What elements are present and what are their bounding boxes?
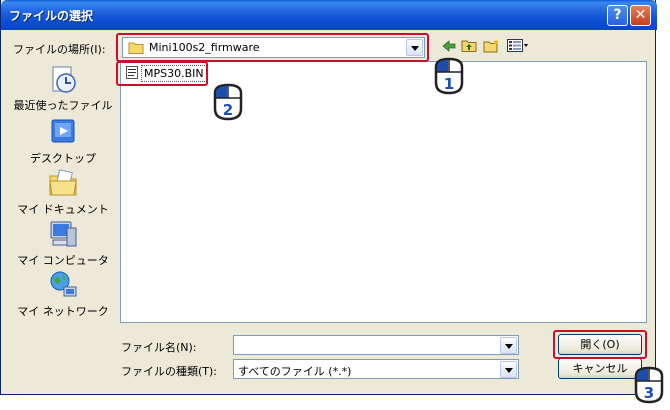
place-label: マイ ドキュメント	[17, 203, 109, 216]
filetype-value: すべてのファイル (*.*)	[238, 365, 352, 378]
look-in-label: ファイルの場所(I):	[13, 43, 106, 56]
place-label: 最近使ったファイル	[13, 99, 113, 112]
recent-files-icon	[52, 66, 76, 93]
new-folder-icon[interactable]	[483, 38, 500, 53]
step-number: 3	[644, 384, 654, 402]
filetype-label: ファイルの種類(T):	[121, 365, 218, 378]
up-folder-icon[interactable]	[461, 38, 477, 53]
step-1-mouse-icon: 1	[434, 57, 464, 95]
back-icon[interactable]	[441, 39, 457, 53]
my-documents-icon	[49, 169, 77, 196]
desktop-icon	[51, 119, 75, 143]
filetype-dropdown-arrow[interactable]	[500, 361, 517, 378]
place-label: デスクトップ	[30, 152, 96, 165]
place-my-network[interactable]: マイ ネットワーク	[13, 269, 113, 319]
place-my-documents[interactable]: マイ ドキュメント	[13, 167, 113, 217]
filetype-combo[interactable]: すべてのファイル (*.*)	[233, 359, 519, 379]
filename-combo[interactable]	[233, 335, 519, 355]
filename-label: ファイル名(N):	[121, 341, 197, 354]
file-highlight	[116, 61, 208, 86]
my-network-icon	[50, 271, 77, 297]
window-title: ファイルの選択	[9, 9, 94, 23]
step-number: 1	[444, 75, 454, 93]
place-desktop[interactable]: デスクトップ	[13, 116, 113, 166]
step-2-mouse-icon: 2	[213, 83, 243, 121]
filename-dropdown-arrow[interactable]	[500, 337, 517, 354]
step-number: 2	[223, 101, 233, 119]
close-button[interactable]: ✕	[630, 5, 651, 26]
place-label: マイ コンピュータ	[17, 254, 109, 267]
place-label: マイ ネットワーク	[17, 305, 109, 318]
cancel-button[interactable]: キャンセル	[558, 358, 642, 379]
step-3-mouse-icon: 3	[634, 366, 664, 404]
my-computer-icon	[50, 221, 77, 247]
title-bar: ファイルの選択 ? ✕	[1, 0, 657, 30]
look-in-highlight	[116, 33, 429, 62]
file-list[interactable]: MPS30.BIN	[120, 61, 647, 323]
help-button[interactable]: ?	[607, 5, 628, 26]
open-button-highlight	[553, 330, 647, 359]
places-bar: 最近使ったファイル デスクトップ マイ ドキュメント マイ コンピュータ マイ …	[13, 61, 113, 323]
place-recent-files[interactable]: 最近使ったファイル	[13, 63, 113, 113]
place-my-computer[interactable]: マイ コンピュータ	[13, 218, 113, 268]
view-menu-icon[interactable]	[507, 39, 529, 52]
